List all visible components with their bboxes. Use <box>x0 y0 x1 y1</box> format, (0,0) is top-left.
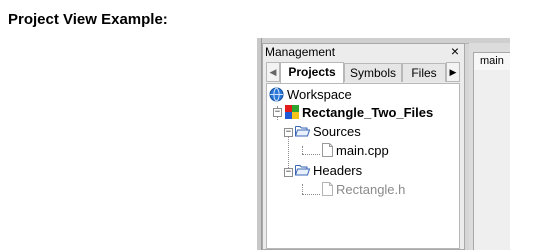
panel-close-button[interactable]: × <box>451 43 459 59</box>
file-icon <box>322 143 333 157</box>
tree-item-sources-folder[interactable]: Sources <box>295 122 361 140</box>
tree-item-label: Sources <box>313 123 361 139</box>
page-caption: Project View Example: <box>8 11 168 28</box>
tree-item-label: Rectangle_Two_Files <box>302 104 434 120</box>
tree-item-label: Headers <box>313 162 363 178</box>
file-icon <box>322 182 333 196</box>
tree-connector <box>302 146 303 154</box>
tree-item-workspace[interactable]: Workspace <box>269 85 352 103</box>
folder-open-icon <box>295 126 310 137</box>
editor-body[interactable] <box>473 70 510 250</box>
tree-item-label: main.cpp <box>336 142 389 158</box>
collapse-toggle[interactable]: − <box>273 108 282 117</box>
panel-tabs: ◀ Projects Symbols Files ▶ <box>266 62 461 83</box>
tab-projects[interactable]: Projects <box>280 62 344 83</box>
tab-symbols[interactable]: Symbols <box>344 63 402 82</box>
project-icon <box>285 105 299 119</box>
tree-item-project[interactable]: Rectangle_Two_Files <box>285 103 433 121</box>
tree-connector <box>302 154 320 155</box>
workspace-globe-icon <box>269 87 284 101</box>
tree-item-label: Rectangle.h <box>336 181 406 197</box>
ide-window: Management × ◀ Projects Symbols Files ▶ <box>257 38 510 250</box>
tab-scroll-left-button[interactable]: ◀ <box>266 62 280 82</box>
tree-item-headers-folder[interactable]: Headers <box>295 161 362 179</box>
panel-title: Management <box>265 45 336 59</box>
collapse-toggle[interactable]: − <box>284 128 293 137</box>
project-tree: Workspace − Rectangle_Two_Files − Source… <box>266 83 460 249</box>
tab-files[interactable]: Files <box>402 63 446 82</box>
tree-connector <box>302 184 303 194</box>
folder-open-icon <box>295 165 310 176</box>
editor-area: main <box>469 43 510 250</box>
collapse-toggle[interactable]: − <box>284 168 293 177</box>
tree-item-source-file[interactable]: main.cpp <box>322 141 389 159</box>
tree-item-header-file[interactable]: Rectangle.h <box>322 180 405 198</box>
tree-item-label: Workspace <box>287 86 352 102</box>
tree-connector <box>302 194 320 195</box>
management-panel: Management × ◀ Projects Symbols Files ▶ <box>262 43 465 250</box>
editor-tab-main[interactable]: main <box>473 52 510 70</box>
tab-scroll-right-button[interactable]: ▶ <box>446 62 460 82</box>
